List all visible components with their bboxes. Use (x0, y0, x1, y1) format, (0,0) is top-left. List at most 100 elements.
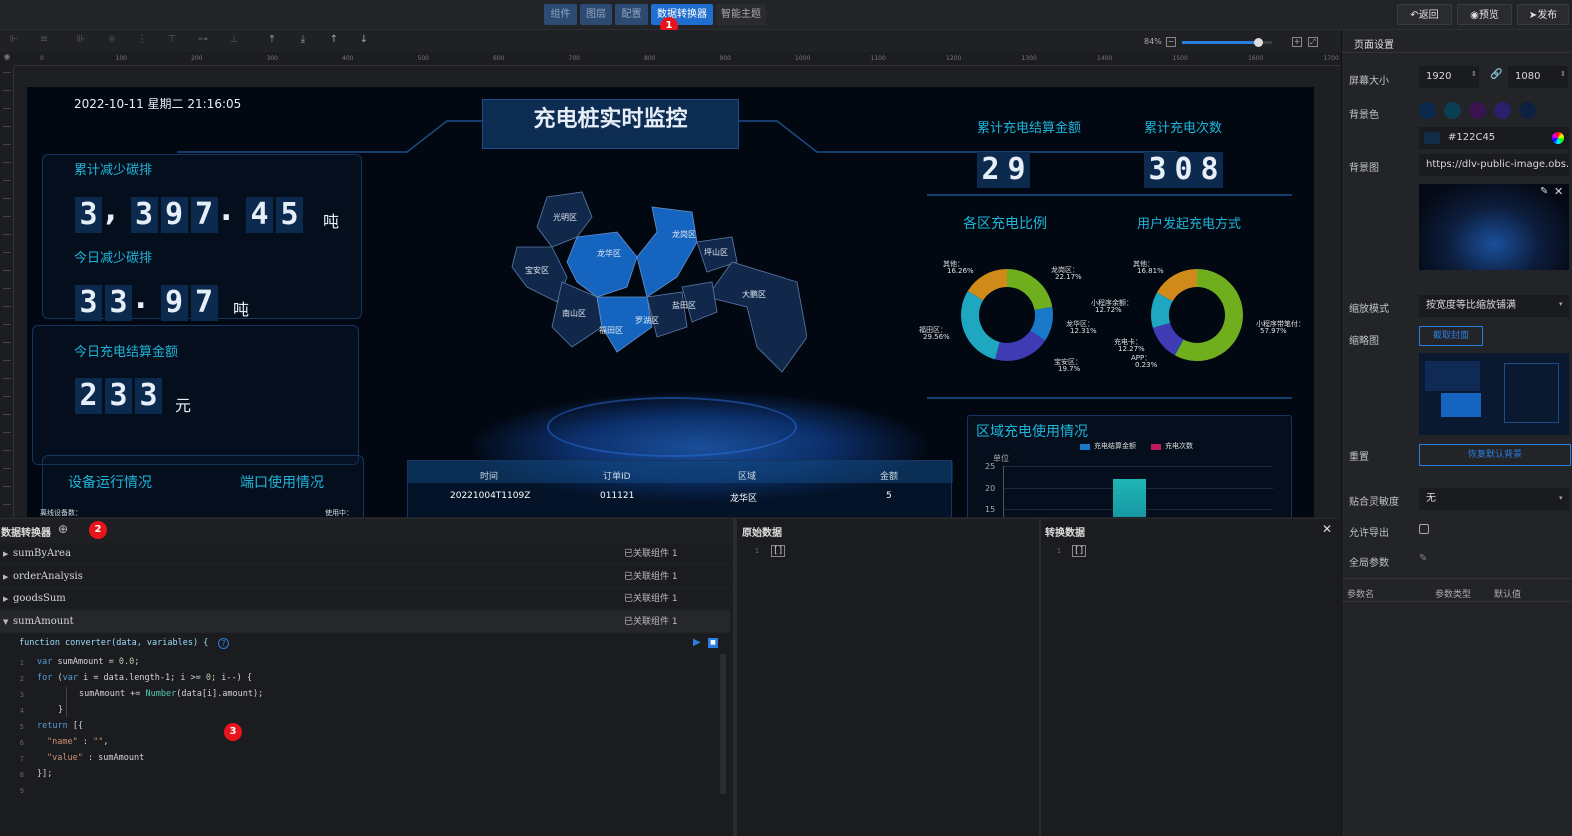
ruler-tick-label: 1100 (870, 55, 886, 62)
bring-to-front-icon[interactable]: ↑ (328, 34, 340, 46)
cell-order-id: 011121 (600, 491, 635, 501)
ruler-tick (3, 324, 11, 325)
tab-smart-theme[interactable]: 智能主题 (716, 4, 766, 25)
dashboard-canvas[interactable]: 2022-10-11 星期二 21:16:05 充电桩实时监控 累计减少碳排 吨… (27, 87, 1314, 517)
cell-time: 20221004T1109Z (450, 491, 531, 501)
ruler-tick-label: 1600 (1248, 55, 1264, 62)
width-input[interactable]: 1920 (1419, 66, 1479, 88)
run-icon[interactable]: ▶ (693, 637, 701, 648)
color-swatch[interactable] (1469, 102, 1486, 119)
function-signature: function converter(data, variables) { (19, 638, 209, 648)
bg-image-url-input[interactable]: https://dlv-public-image.obs.cn- (1419, 154, 1569, 176)
chevron-down-icon: ▾ (1559, 300, 1563, 308)
tab-config[interactable]: 配置 (615, 4, 648, 25)
digit-tile: 4 (246, 197, 273, 233)
help-icon[interactable]: ? (218, 638, 229, 649)
digit-tile: 2 (75, 378, 102, 414)
map-district-label: 大鹏区 (742, 290, 766, 299)
bg-image-label: 背景图 (1349, 163, 1379, 174)
digit-tile: 3 (105, 285, 132, 321)
edit-icon[interactable]: ✎ (1540, 186, 1548, 197)
ruler-tick (3, 468, 11, 469)
ruler-tick (3, 450, 11, 451)
converter-title: 数据转换器 (1, 528, 51, 539)
bring-forward-icon[interactable]: ⤒ (266, 34, 278, 46)
th-order-id: 订单ID (603, 472, 631, 482)
converter-item[interactable]: ▶ goodsSum 已关联组件 1 (0, 588, 730, 610)
settings-divider (1342, 52, 1572, 53)
in-use-label: 使用中： (325, 509, 353, 517)
restore-default-bg-button[interactable]: 恢复默认背景 (1419, 444, 1571, 466)
send-to-back-icon[interactable]: ↓ (358, 34, 370, 46)
editor-scrollbar[interactable] (720, 654, 726, 794)
carbon-today-label: 今日减少碳排 (74, 251, 153, 266)
align-hcenter-icon[interactable]: ≑ (106, 34, 118, 46)
zoom-slider-handle[interactable] (1253, 38, 1263, 47)
color-swatch[interactable] (1419, 102, 1436, 119)
district-ratio-label: 各区充电比例 (963, 216, 1047, 232)
align-middle-icon[interactable]: ⊶ (197, 34, 209, 46)
send-backward-icon[interactable]: ⤓ (297, 34, 309, 46)
linked-components: 已关联组件 1 (624, 549, 678, 559)
height-stepper-icon[interactable]: ⇕ (1560, 70, 1566, 78)
converted-data-value[interactable]: [] (1072, 545, 1087, 557)
ruler-eye-icon[interactable]: ◉ (0, 52, 14, 66)
raw-line-number: 1 (754, 547, 759, 555)
link-icon[interactable]: 🔗 (1490, 69, 1502, 80)
thumbnail-label: 缩略图 (1349, 336, 1379, 347)
ruler-tick (3, 342, 11, 343)
capture-cover-button[interactable]: 截取封面 (1419, 326, 1483, 346)
width-stepper-icon[interactable]: ⇕ (1471, 70, 1477, 78)
add-converter-icon[interactable]: ⊕ (58, 522, 68, 536)
color-swatch[interactable] (1494, 102, 1511, 119)
distribute-h-icon[interactable]: ⋮ (136, 34, 148, 46)
digit-separator: . (135, 281, 147, 316)
divider-line-2 (927, 397, 1292, 399)
allow-export-checkbox[interactable] (1419, 524, 1429, 534)
donut-slice (1029, 306, 1053, 341)
align-top-icon[interactable]: ⊤ (166, 34, 178, 46)
color-picker-icon[interactable] (1552, 132, 1564, 144)
close-icon[interactable]: ✕ (1554, 185, 1563, 198)
ruler-tick-label: 200 (191, 55, 203, 62)
tab-layers[interactable]: 图层 (580, 4, 612, 25)
align-center-icon[interactable]: ≡ (38, 34, 50, 46)
settle-today-unit: 元 (175, 396, 192, 415)
align-right-icon[interactable]: ⊪ (75, 34, 87, 46)
raw-data-value[interactable]: [] (771, 545, 786, 557)
tab-components[interactable]: 组件 (544, 4, 577, 25)
ruler-tick-label: 1700 (1323, 55, 1339, 62)
height-input[interactable]: 1080 (1508, 66, 1568, 88)
bg-color-input[interactable]: #122C45 (1419, 127, 1569, 149)
ruler-tick (3, 72, 11, 73)
save-icon[interactable]: ■ (708, 638, 718, 648)
thumb-panel (1504, 363, 1559, 423)
page-settings-panel: 页面设置 屏幕大小 1920 ⇕ 🔗 1080 ⇕ 背景色 #122C45 背景… (1341, 30, 1572, 836)
converter-item[interactable]: ▶ orderAnalysis 已关联组件 1 (0, 566, 730, 588)
align-bottom-icon[interactable]: ⊥ (228, 34, 240, 46)
preview-button[interactable]: ◉预览 (1457, 4, 1512, 25)
zoom-in-icon[interactable]: + (1292, 37, 1302, 47)
digit-tile: 3 (130, 197, 158, 233)
device-status-label: 设备运行情况 (68, 475, 152, 491)
zoom-out-icon[interactable]: − (1166, 37, 1176, 47)
fit-screen-icon[interactable]: ⤢ (1308, 37, 1318, 47)
close-converter-icon[interactable]: ✕ (1322, 522, 1332, 536)
back-button[interactable]: ↶返回 (1397, 4, 1452, 25)
ruler-tick (3, 504, 11, 505)
pie-label-percent: 22.17% (1055, 273, 1082, 281)
legend-swatch-amount (1080, 444, 1090, 450)
align-left-icon[interactable]: ⊩ (8, 34, 20, 46)
snap-select[interactable]: 无 (1419, 488, 1569, 510)
map-district-label: 宝安区 (525, 266, 549, 275)
ruler-tick-label: 100 (115, 55, 127, 62)
indent-guide (66, 687, 67, 717)
color-swatch[interactable] (1519, 102, 1536, 119)
scale-mode-select[interactable]: 按宽度等比缩放铺满 (1419, 295, 1569, 317)
converter-item[interactable]: ▶ sumByArea 已关联组件 1 (0, 543, 730, 565)
publish-button[interactable]: ➤发布 (1517, 4, 1569, 25)
zoom-slider[interactable] (1182, 38, 1272, 47)
converter-item[interactable]: ▼ sumAmount 已关联组件 1 (0, 610, 730, 633)
color-swatch[interactable] (1444, 102, 1461, 119)
edit-params-icon[interactable]: ✎ (1419, 553, 1427, 564)
